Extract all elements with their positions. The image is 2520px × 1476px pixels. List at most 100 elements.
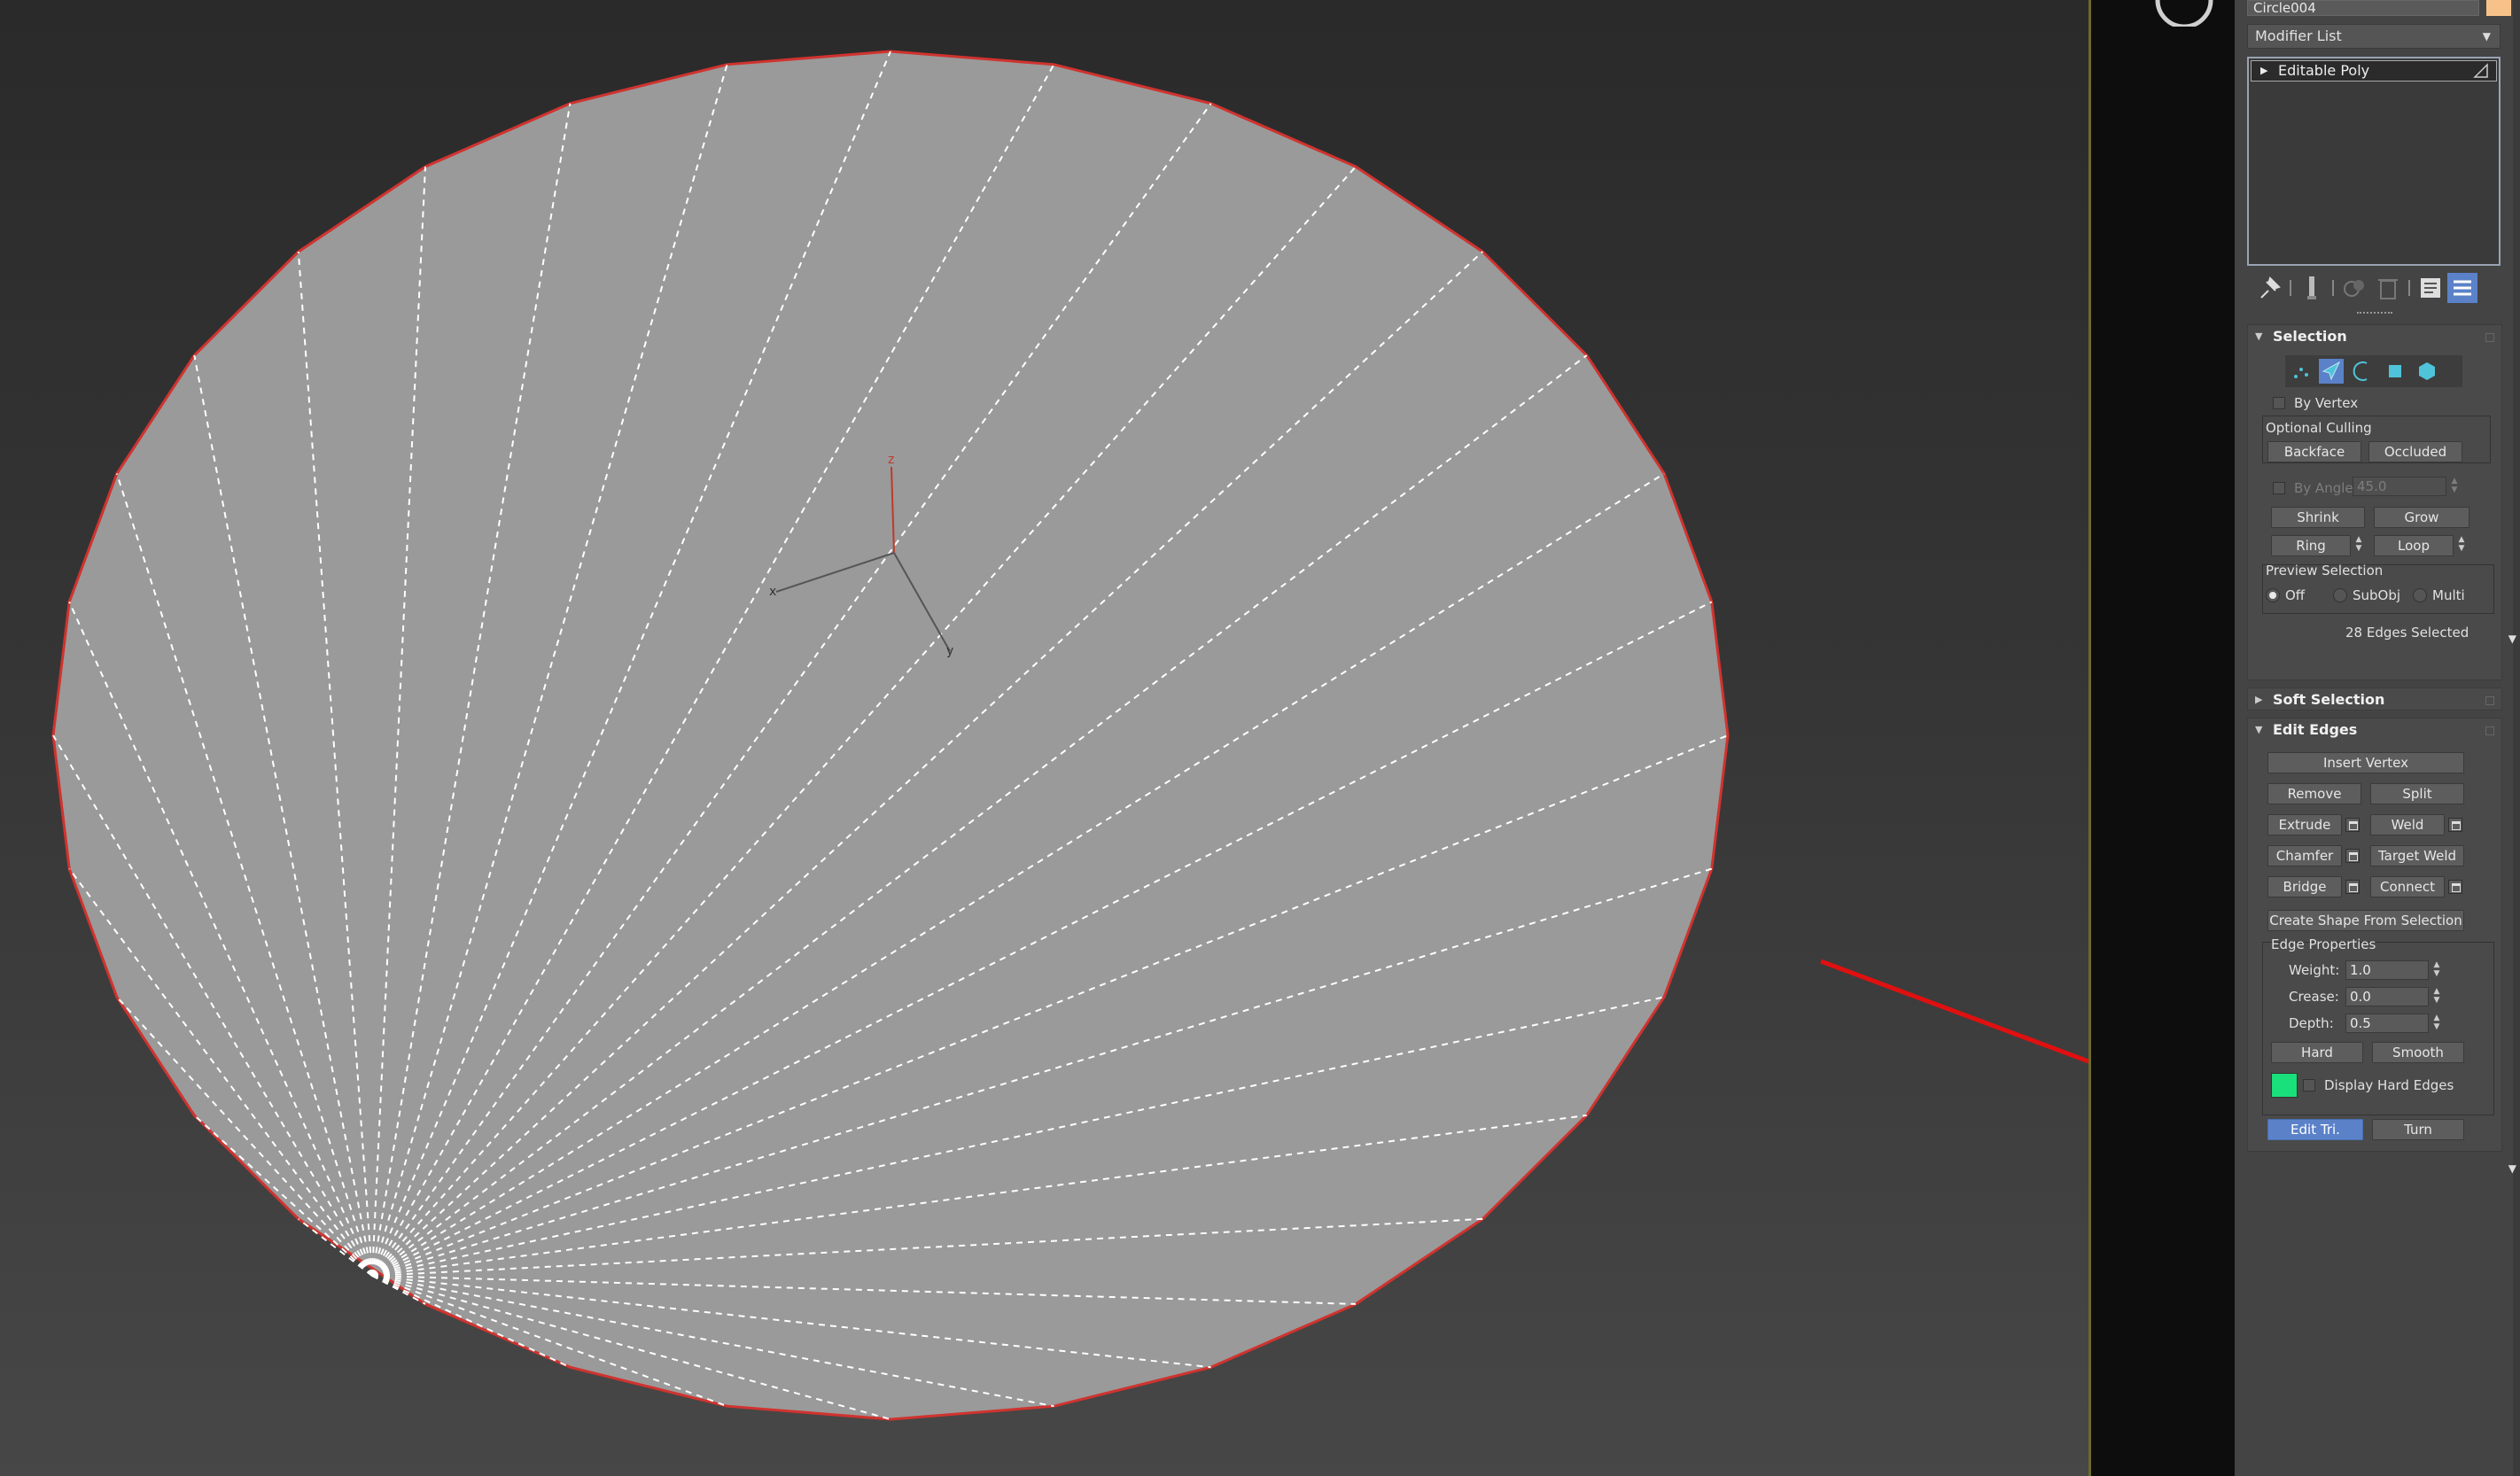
selection-title: Selection [2273, 328, 2347, 345]
expand-triangle-icon[interactable]: ▶ [2260, 61, 2267, 81]
modifier-stack[interactable]: ▶ Editable Poly [2247, 57, 2501, 266]
selection-rollout-header[interactable]: ▼ Selection [2248, 325, 2501, 348]
modifier-list-dropdown[interactable]: Modifier List ▼ [2247, 24, 2501, 49]
display-hard-edges-checkbox[interactable] [2303, 1079, 2315, 1091]
preview-subobj-label: SubObj [2353, 587, 2401, 603]
rollout-pin-icon[interactable] [2485, 333, 2494, 342]
crease-spinner[interactable]: ▲ ▼ [2432, 987, 2441, 1006]
border-icon[interactable] [2351, 359, 2376, 384]
viewport-scene[interactable]: z x y [0, 0, 2088, 1476]
weight-spinner[interactable]: ▲ ▼ [2432, 960, 2441, 980]
axis-z-label: z [888, 453, 894, 467]
optional-culling-label: Optional Culling [2266, 420, 2372, 436]
ring-button[interactable]: Ring [2271, 535, 2351, 556]
expand-triangle-icon: ▶ [2255, 694, 2263, 705]
object-color-swatch[interactable] [2486, 0, 2511, 16]
selection-rollout: ▼ Selection By Vertex Optional Culling B… [2247, 324, 2502, 680]
collapse-triangle-icon: ▼ [2255, 724, 2263, 735]
axis-x-label: x [769, 585, 776, 599]
extrude-settings-icon[interactable] [2345, 818, 2360, 832]
by-angle-field[interactable]: 45.0 [2353, 477, 2446, 496]
by-angle-spinner[interactable]: ▲ ▼ [2450, 477, 2459, 496]
preview-off-label: Off [2285, 587, 2306, 603]
stack-item-editable-poly[interactable]: ▶ Editable Poly [2251, 60, 2497, 82]
scroll-down-icon[interactable]: ▼ [2508, 1162, 2516, 1175]
occluded-button[interactable]: Occluded [2368, 441, 2462, 462]
stack-toolbar [2247, 269, 2513, 308]
connect-settings-icon[interactable] [2448, 880, 2462, 894]
turn-button[interactable]: Turn [2372, 1119, 2464, 1140]
chevron-down-icon: ▼ [2482, 30, 2491, 43]
polygon-icon[interactable] [2383, 359, 2407, 384]
object-name-field[interactable]: Circle004 [2247, 0, 2479, 16]
extrude-button[interactable]: Extrude [2267, 814, 2342, 835]
crease-field[interactable]: 0.0 [2345, 987, 2429, 1006]
preview-off-radio[interactable] [2266, 588, 2280, 602]
rollout-pin-icon[interactable] [2485, 696, 2494, 705]
weight-field[interactable]: 1.0 [2345, 960, 2429, 980]
collapse-triangle-icon: ▼ [2255, 330, 2263, 342]
soft-selection-title: Soft Selection [2273, 691, 2385, 708]
bridge-settings-icon[interactable] [2345, 880, 2360, 894]
bridge-button[interactable]: Bridge [2267, 876, 2342, 897]
split-button[interactable]: Split [2370, 783, 2464, 804]
viewcube-icon[interactable] [2153, 0, 2215, 27]
soft-selection-rollout-header[interactable]: ▶ Soft Selection [2248, 688, 2501, 711]
by-vertex-checkbox[interactable] [2273, 397, 2285, 409]
edit-edges-rollout-header[interactable]: ▼ Edit Edges [2248, 719, 2501, 742]
smooth-button[interactable]: Smooth [2372, 1042, 2464, 1063]
preview-subobj-radio[interactable] [2333, 588, 2347, 602]
rollout-pin-icon[interactable] [2485, 726, 2494, 735]
edit-edges-title: Edit Edges [2273, 721, 2358, 738]
shrink-button[interactable]: Shrink [2271, 507, 2365, 528]
by-vertex-label: By Vertex [2294, 395, 2359, 411]
weight-label: Weight: [2289, 962, 2340, 978]
stack-menu-icon[interactable] [2447, 273, 2477, 303]
edge-properties-label: Edge Properties [2271, 936, 2376, 952]
panel-grip[interactable] [2357, 312, 2392, 319]
depth-spinner[interactable]: ▲ ▼ [2432, 1014, 2441, 1033]
depth-field[interactable]: 0.5 [2345, 1014, 2429, 1033]
weld-settings-icon[interactable] [2448, 818, 2462, 832]
insert-vertex-button[interactable]: Insert Vertex [2267, 752, 2464, 773]
target-weld-button[interactable]: Target Weld [2370, 845, 2464, 866]
make-unique-icon[interactable] [2339, 273, 2369, 303]
axis-y-label: y [946, 644, 953, 658]
show-end-result-icon[interactable] [2297, 273, 2327, 303]
grow-button[interactable]: Grow [2374, 507, 2469, 528]
edge-icon[interactable] [2319, 359, 2344, 384]
by-angle-checkbox[interactable] [2273, 482, 2285, 494]
vertex-icon[interactable] [2289, 359, 2314, 384]
create-shape-button[interactable]: Create Shape From Selection [2267, 910, 2464, 931]
loop-button[interactable]: Loop [2374, 535, 2454, 556]
weld-button[interactable]: Weld [2370, 814, 2445, 835]
by-angle-label: By Angle: [2294, 480, 2358, 496]
toolbar-separator [2408, 280, 2410, 296]
preview-selection-label: Preview Selection [2266, 563, 2384, 579]
remove-modifier-icon[interactable] [2373, 273, 2403, 303]
pin-stack-icon[interactable] [2254, 273, 2284, 303]
selection-status: 28 Edges Selected [2345, 625, 2469, 641]
hard-button[interactable]: Hard [2271, 1042, 2363, 1063]
viewport[interactable]: z x y [0, 0, 2088, 1476]
chamfer-button[interactable]: Chamfer [2267, 845, 2342, 866]
viewport-side-strip [2091, 0, 2235, 1476]
configure-modifier-sets-icon[interactable] [2415, 273, 2446, 303]
hard-edge-color-swatch[interactable] [2271, 1073, 2298, 1098]
chamfer-settings-icon[interactable] [2345, 849, 2360, 863]
element-icon[interactable] [2415, 359, 2439, 384]
loop-spinner[interactable]: ▲ ▼ [2457, 535, 2466, 555]
panel-scrollbar[interactable] [2513, 0, 2520, 1476]
edit-tri-button[interactable]: Edit Tri. [2267, 1119, 2363, 1140]
remove-button[interactable]: Remove [2267, 783, 2361, 804]
stack-item-label: Editable Poly [2278, 62, 2370, 79]
ring-spinner[interactable]: ▲ ▼ [2354, 535, 2363, 555]
modifier-list-label: Modifier List [2255, 27, 2342, 44]
display-hard-edges-label: Display Hard Edges [2324, 1077, 2454, 1093]
preview-multi-radio[interactable] [2413, 588, 2427, 602]
backface-button[interactable]: Backface [2267, 441, 2361, 462]
connect-button[interactable]: Connect [2370, 876, 2445, 897]
toolbar-separator [2332, 280, 2334, 296]
scroll-down-icon[interactable]: ▼ [2508, 633, 2516, 645]
edge-mode-icon [2473, 63, 2488, 78]
